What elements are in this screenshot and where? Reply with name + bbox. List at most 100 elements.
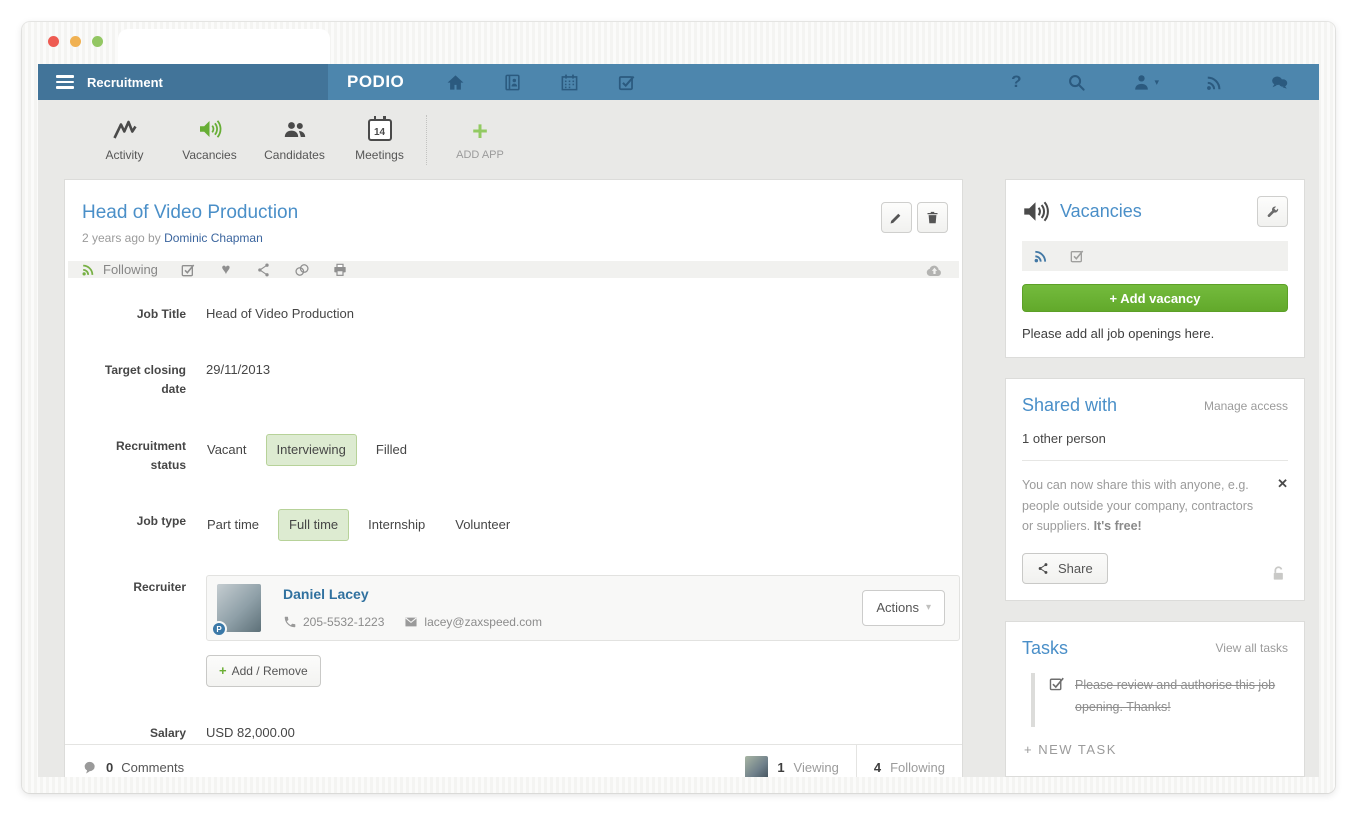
actions-button[interactable]: Actions ▾ bbox=[862, 590, 945, 626]
pencil-icon bbox=[889, 210, 904, 225]
workspace-switcher[interactable]: Recruitment bbox=[38, 64, 328, 100]
shared-with-panel: Shared with Manage access 1 other person… bbox=[1005, 378, 1305, 601]
profile-caret-icon: ▾ bbox=[1154, 77, 1159, 88]
recruiter-name-link[interactable]: Daniel Lacey bbox=[283, 585, 542, 605]
podio-badge: P bbox=[211, 621, 227, 637]
jobtype-option-part-time[interactable]: Part time bbox=[196, 509, 270, 541]
app-tab-activity[interactable]: Activity bbox=[82, 117, 167, 162]
following-toggle[interactable]: Following bbox=[81, 262, 158, 277]
share-button-icon bbox=[1037, 562, 1050, 575]
item-footer-bar: 0 Comments 1 Viewing 4 Following bbox=[65, 744, 962, 778]
app-tab-vacancies[interactable]: Vacancies bbox=[167, 117, 252, 162]
delete-button[interactable] bbox=[917, 202, 948, 233]
task-checkbox-icon[interactable] bbox=[180, 262, 196, 278]
contacts-icon[interactable] bbox=[503, 73, 522, 92]
menu-icon[interactable] bbox=[56, 75, 74, 89]
jobtype-option-internship[interactable]: Internship bbox=[357, 509, 436, 541]
task-check-icon[interactable] bbox=[1048, 675, 1065, 692]
author-link[interactable]: Dominic Chapman bbox=[164, 231, 263, 245]
add-app-button[interactable]: + ADD APP bbox=[441, 118, 519, 161]
edit-button[interactable] bbox=[881, 202, 912, 233]
share-button[interactable]: Share bbox=[1022, 553, 1108, 584]
top-right-actions: ? ▾ bbox=[1011, 72, 1319, 92]
recruiter-avatar: P bbox=[217, 584, 261, 632]
right-sidebar: Vacancies + Add vacancy bbox=[1005, 179, 1305, 777]
app-tab-candidates[interactable]: Candidates bbox=[252, 117, 337, 162]
unlock-icon bbox=[1269, 565, 1288, 584]
app-toolbar-strip bbox=[1022, 241, 1288, 271]
shared-panel-title: Shared with bbox=[1022, 395, 1117, 416]
tasks-panel-title: Tasks bbox=[1022, 638, 1068, 659]
viewing-summary[interactable]: 1 Viewing bbox=[728, 745, 856, 778]
manage-access-link[interactable]: Manage access bbox=[1204, 399, 1288, 413]
calendar-icon[interactable] bbox=[560, 73, 579, 92]
item-fields: Job Title Head of Video Production Targe… bbox=[65, 278, 962, 744]
add-vacancy-button[interactable]: + Add vacancy bbox=[1022, 284, 1288, 312]
home-icon[interactable] bbox=[446, 73, 465, 92]
maximize-window-button[interactable] bbox=[92, 36, 103, 47]
status-option-filled[interactable]: Filled bbox=[365, 434, 418, 466]
field-salary: Salary USD 82,000.00 bbox=[82, 721, 945, 743]
phone-icon bbox=[283, 615, 297, 629]
notifications-icon[interactable] bbox=[1205, 73, 1224, 92]
profile-menu[interactable]: ▾ bbox=[1132, 73, 1159, 92]
field-recruitment-status: Recruitment status Vacant Interviewing F… bbox=[82, 434, 945, 475]
podio-logo[interactable]: PODIO bbox=[347, 72, 404, 92]
page-body: Head of Video Production 2 years ago by … bbox=[38, 179, 1319, 777]
task-item: Please review and authorise this job ope… bbox=[1031, 673, 1288, 727]
tasks-icon[interactable] bbox=[617, 73, 636, 92]
app-settings-button[interactable] bbox=[1257, 196, 1288, 227]
comments-summary[interactable]: 0 Comments bbox=[65, 745, 184, 778]
browser-window: Recruitment PODIO ? bbox=[22, 22, 1335, 793]
actions-caret-icon: ▾ bbox=[926, 601, 931, 615]
item-header: Head of Video Production 2 years ago by … bbox=[65, 180, 962, 245]
jobtype-option-volunteer[interactable]: Volunteer bbox=[444, 509, 521, 541]
browser-tab[interactable] bbox=[118, 29, 330, 64]
nav-divider bbox=[426, 115, 427, 165]
close-icon[interactable]: ✕ bbox=[1277, 475, 1288, 490]
close-window-button[interactable] bbox=[48, 36, 59, 47]
app-rss-icon[interactable] bbox=[1033, 248, 1049, 264]
item-meta: 2 years ago by Dominic Chapman bbox=[82, 231, 298, 245]
recruiter-email[interactable]: lacey@zaxspeed.com bbox=[424, 614, 542, 631]
recruiter-contact-card: P Daniel Lacey 205-5532-1223 bbox=[206, 575, 960, 641]
view-all-tasks-link[interactable]: View all tasks bbox=[1216, 641, 1288, 655]
print-icon[interactable] bbox=[332, 262, 348, 278]
help-icon[interactable]: ? bbox=[1011, 72, 1021, 92]
app-panel: Vacancies + Add vacancy bbox=[1005, 179, 1305, 358]
task-text[interactable]: Please review and authorise this job ope… bbox=[1075, 675, 1287, 719]
following-summary[interactable]: 4 Following bbox=[856, 745, 962, 778]
search-icon[interactable] bbox=[1067, 73, 1086, 92]
like-heart-icon[interactable]: ♥ bbox=[218, 262, 234, 278]
recruiter-phone[interactable]: 205-5532-1223 bbox=[303, 614, 384, 631]
app-task-icon[interactable] bbox=[1069, 248, 1085, 264]
cloud-upload-icon[interactable] bbox=[925, 261, 944, 278]
tasks-panel: Tasks View all tasks Please review and a… bbox=[1005, 621, 1305, 777]
app-tab-meetings[interactable]: 14 Meetings bbox=[337, 117, 422, 162]
status-option-interviewing[interactable]: Interviewing bbox=[266, 434, 357, 466]
vacancies-speaker-icon bbox=[197, 117, 222, 141]
new-task-button[interactable]: + NEW TASK bbox=[1024, 742, 1288, 757]
field-job-title: Job Title Head of Video Production bbox=[82, 302, 945, 324]
app-panel-title[interactable]: Vacancies bbox=[1060, 201, 1142, 222]
share-icon[interactable] bbox=[256, 262, 272, 278]
app-navigation-bar: Activity Vacancies Candidates 14 Meeting… bbox=[38, 100, 1319, 179]
app-tagline: Please add all job openings here. bbox=[1022, 326, 1288, 341]
shared-count: 1 other person bbox=[1022, 431, 1288, 446]
link-icon[interactable] bbox=[294, 262, 310, 278]
field-recruiter: Recruiter P Daniel Lacey bbox=[82, 575, 945, 687]
item-detail-card: Head of Video Production 2 years ago by … bbox=[64, 179, 963, 777]
minimize-window-button[interactable] bbox=[70, 36, 81, 47]
global-nav bbox=[446, 73, 636, 92]
candidates-people-icon bbox=[282, 117, 308, 141]
share-promo: You can now share this with anyone, e.g.… bbox=[1022, 475, 1288, 537]
add-remove-button[interactable]: + Add / Remove bbox=[206, 655, 321, 687]
jobtype-option-full-time[interactable]: Full time bbox=[278, 509, 349, 541]
chat-icon[interactable] bbox=[1270, 73, 1289, 92]
wrench-icon bbox=[1265, 204, 1280, 219]
app-content: Recruitment PODIO ? bbox=[38, 64, 1319, 777]
comment-bubble-icon bbox=[82, 760, 98, 775]
following-rss-icon bbox=[81, 262, 96, 277]
status-option-vacant[interactable]: Vacant bbox=[196, 434, 258, 466]
top-navigation-bar: Recruitment PODIO ? bbox=[38, 64, 1319, 100]
